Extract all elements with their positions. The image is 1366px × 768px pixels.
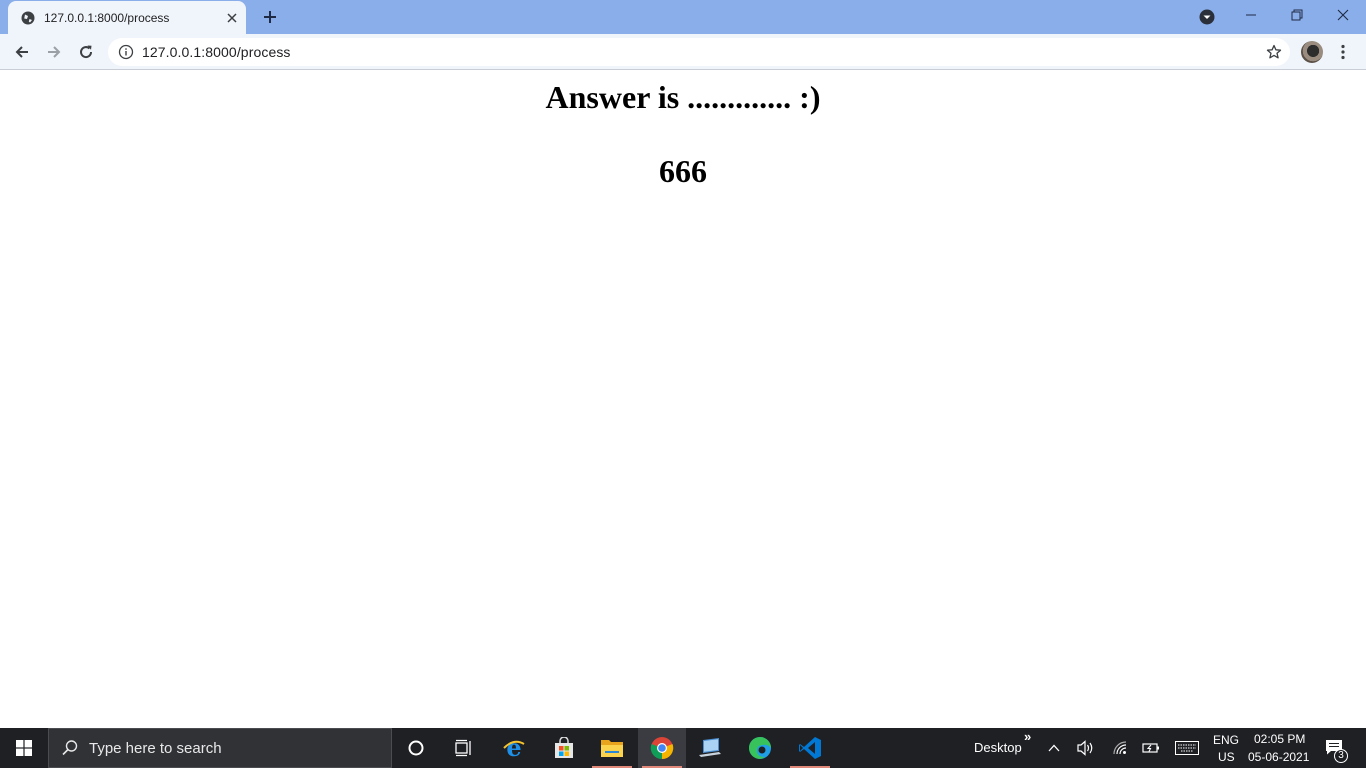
wifi-icon [1113, 741, 1127, 755]
speaker-icon [1077, 740, 1093, 756]
profile-avatar[interactable] [1301, 41, 1323, 63]
restore-button[interactable] [1274, 0, 1320, 30]
store-bag-icon [555, 737, 573, 758]
minimize-button[interactable] [1228, 0, 1274, 30]
cortana-circle-icon [408, 740, 424, 756]
battery-charging-icon [1142, 743, 1159, 753]
forward-button[interactable] [40, 38, 68, 66]
edge-icon [749, 737, 771, 759]
close-window-button[interactable] [1320, 0, 1366, 30]
address-url: 127.0.0.1:8000/process [142, 44, 291, 60]
browser-tab-active[interactable]: 127.0.0.1:8000/process [8, 1, 246, 34]
taskbar-search-box[interactable]: Type here to search [48, 728, 392, 768]
notification-count-badge: 3 [1334, 749, 1348, 763]
chevron-down-circle-icon [1199, 9, 1215, 25]
answer-heading: Answer is ............. :) [545, 79, 821, 115]
browser-title-bar: 127.0.0.1:8000/process [0, 0, 1366, 34]
windows-taskbar: Type here to search e Desktop » ENG US 0… [0, 728, 1366, 768]
kebab-menu-icon [1341, 44, 1345, 60]
volume-button[interactable] [1076, 738, 1096, 758]
tab-title: 127.0.0.1:8000/process [44, 10, 170, 25]
page-content: Answer is ............. :) 666 [0, 71, 1366, 728]
clock-date[interactable]: 05-06-2021 [1248, 750, 1309, 764]
reload-icon [80, 45, 93, 59]
windows-logo-icon [16, 740, 32, 756]
minimize-icon [1246, 14, 1256, 16]
folder-icon [601, 740, 623, 757]
clock-time[interactable]: 02:05 PM [1254, 732, 1305, 746]
start-button[interactable] [0, 728, 48, 768]
search-icon [61, 739, 79, 757]
answer-value: 666 [659, 153, 707, 189]
input-language-bottom[interactable]: US [1218, 750, 1235, 764]
reload-button[interactable] [72, 38, 100, 66]
taskbar-vscode[interactable] [786, 728, 834, 768]
cortana-button[interactable] [392, 728, 440, 768]
desktop-toolbar-label[interactable]: Desktop [974, 740, 1022, 755]
address-bar[interactable]: 127.0.0.1:8000/process [108, 38, 1290, 66]
tab-search-button[interactable] [1196, 6, 1218, 28]
browser-menu-button[interactable] [1336, 40, 1350, 64]
laptop-icon [699, 738, 721, 757]
arrow-right-icon [48, 46, 61, 58]
restore-icon [1291, 9, 1303, 21]
bookmark-star-icon[interactable] [1266, 44, 1282, 60]
keyboard-icon [1175, 741, 1199, 755]
input-language-top[interactable]: ENG [1213, 733, 1239, 747]
search-placeholder: Type here to search [89, 739, 222, 757]
chevron-up-icon [1048, 744, 1060, 752]
svg-text:e: e [506, 736, 521, 760]
battery-button[interactable] [1141, 738, 1161, 758]
toolbar-overflow-chevron[interactable]: » [1024, 729, 1031, 744]
taskbar-chrome[interactable] [638, 728, 686, 768]
taskbar-edge[interactable] [736, 728, 784, 768]
close-tab-icon[interactable] [224, 10, 240, 26]
close-icon [1337, 9, 1349, 21]
taskbar-internet-explorer[interactable]: e [490, 728, 538, 768]
chrome-icon [650, 737, 674, 760]
plus-icon [264, 11, 276, 23]
task-view-button[interactable] [440, 728, 488, 768]
arrow-left-icon [15, 46, 28, 58]
show-hidden-icons-button[interactable] [1044, 738, 1064, 758]
touch-keyboard-button[interactable] [1174, 738, 1200, 758]
taskbar-microsoft-store[interactable] [540, 728, 588, 768]
taskbar-laptop-app[interactable] [686, 728, 734, 768]
globe-icon [21, 11, 35, 25]
network-button[interactable] [1110, 738, 1130, 758]
vscode-icon [799, 737, 821, 759]
info-icon[interactable] [118, 44, 134, 60]
internet-explorer-icon: e [503, 736, 525, 760]
back-button[interactable] [8, 38, 36, 66]
browser-toolbar: 127.0.0.1:8000/process [0, 34, 1366, 70]
taskbar-file-explorer[interactable] [588, 728, 636, 768]
new-tab-button[interactable] [258, 5, 282, 29]
task-view-icon [455, 739, 471, 757]
